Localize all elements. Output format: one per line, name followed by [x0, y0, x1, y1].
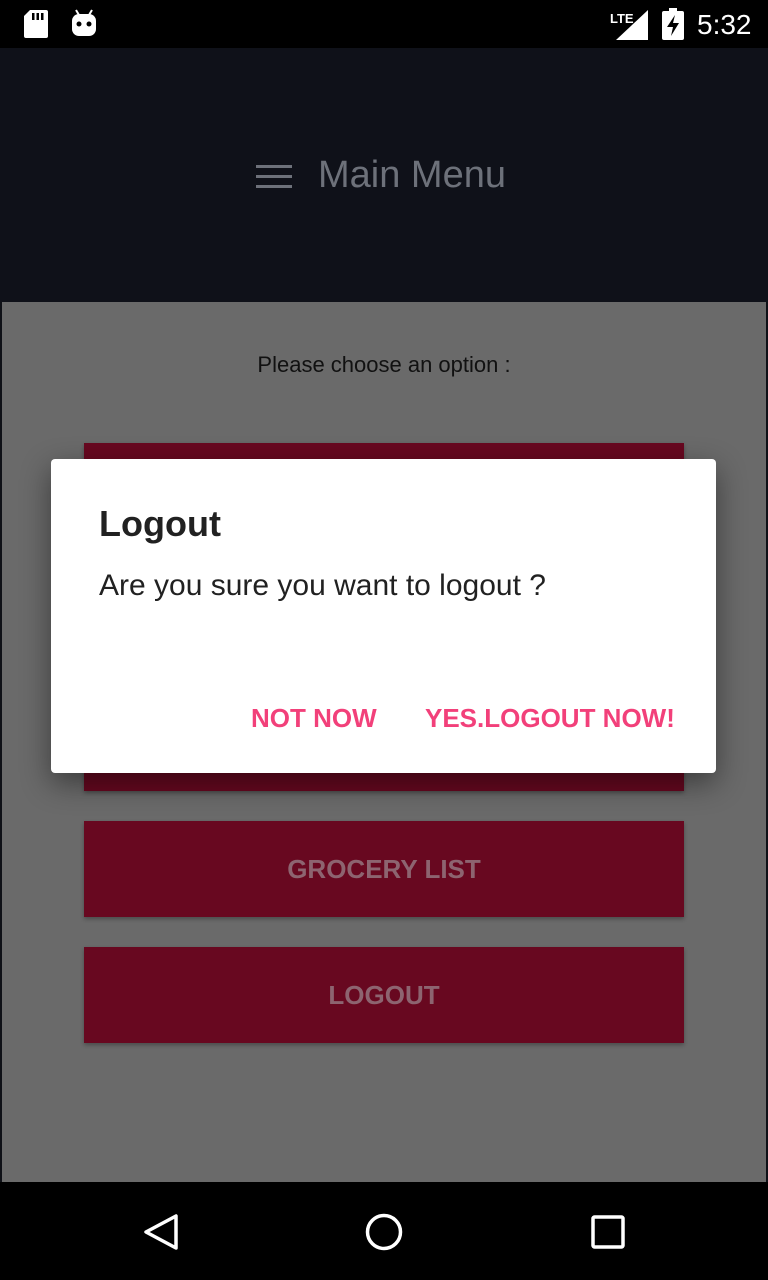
sd-card-icon — [24, 10, 48, 38]
prompt-text: Please choose an option : — [257, 352, 511, 377]
dialog-message: Are you sure you want to logout ? — [99, 569, 546, 602]
app-bar: Main Menu — [0, 48, 768, 302]
recents-icon[interactable] — [591, 1215, 625, 1249]
logout-dialog: Logout Are you sure you want to logout ?… — [51, 459, 716, 773]
signal-icon — [616, 10, 648, 40]
android-debug-icon — [72, 9, 96, 36]
dialog-title: Logout — [99, 503, 221, 544]
status-bar: LTE 5:32 — [0, 0, 768, 48]
not-now-button[interactable]: NOT NOW — [251, 703, 377, 734]
confirm-logout-button[interactable]: YES.LOGOUT NOW! — [425, 703, 675, 734]
clock: 5:32 — [697, 9, 752, 40]
battery-charging-icon — [662, 8, 684, 40]
grocery-list-button[interactable]: GROCERY LIST — [84, 821, 684, 917]
hamburger-menu-icon[interactable] — [256, 164, 292, 190]
navigation-bar — [0, 1182, 768, 1280]
logout-button[interactable]: LOGOUT — [84, 947, 684, 1043]
page-title: Main Menu — [318, 154, 506, 196]
home-icon[interactable] — [365, 1213, 403, 1251]
back-icon[interactable] — [143, 1214, 179, 1250]
